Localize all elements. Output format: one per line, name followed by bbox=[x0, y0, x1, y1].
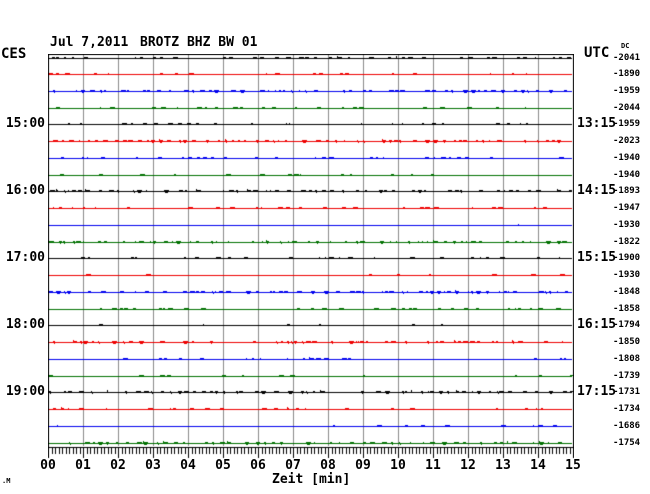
helicorder-plot-canvas bbox=[48, 54, 574, 464]
x-tick-label: 11 bbox=[418, 458, 448, 473]
x-tick-label: 06 bbox=[243, 458, 273, 473]
utc-hour-label: 17:15 bbox=[577, 384, 616, 399]
x-tick-label: 00 bbox=[33, 458, 63, 473]
dc-value: -1930 bbox=[613, 270, 650, 280]
header-date: Jul 7,2011 bbox=[50, 35, 128, 50]
x-tick-label: 14 bbox=[523, 458, 553, 473]
dc-value: -1940 bbox=[613, 170, 650, 180]
x-tick-label: 07 bbox=[278, 458, 308, 473]
left-timezone-label: CES bbox=[1, 46, 26, 62]
x-tick-label: 02 bbox=[103, 458, 133, 473]
dc-value: -1754 bbox=[613, 438, 650, 448]
dc-value: -1893 bbox=[613, 186, 650, 196]
x-tick-label: 04 bbox=[173, 458, 203, 473]
dc-value: -1686 bbox=[613, 421, 650, 431]
x-tick-label: 13 bbox=[488, 458, 518, 473]
cest-hour-label: 19:00 bbox=[0, 384, 45, 399]
x-tick-label: 01 bbox=[68, 458, 98, 473]
dc-value: -1822 bbox=[613, 237, 650, 247]
x-tick-label: 03 bbox=[138, 458, 168, 473]
dc-value: -1731 bbox=[613, 387, 650, 397]
cest-hour-label: 15:00 bbox=[0, 116, 45, 131]
dc-value: -1794 bbox=[613, 320, 650, 330]
dc-offset-label: DC bbox=[621, 42, 629, 50]
dc-value: -1734 bbox=[613, 404, 650, 414]
dc-value: -1808 bbox=[613, 354, 650, 364]
dc-value: -2023 bbox=[613, 136, 650, 146]
cursor-artifact: .M bbox=[2, 477, 10, 485]
dc-value: -1848 bbox=[613, 287, 650, 297]
dc-value: -2044 bbox=[613, 103, 650, 113]
utc-hour-label: 16:15 bbox=[577, 317, 616, 332]
x-axis-title: Zeit [min] bbox=[272, 472, 350, 487]
cest-hour-label: 16:00 bbox=[0, 183, 45, 198]
dc-value: -1900 bbox=[613, 253, 650, 263]
right-timezone-label: UTC bbox=[584, 45, 609, 61]
x-tick-label: 05 bbox=[208, 458, 238, 473]
cest-hour-label: 17:00 bbox=[0, 250, 45, 265]
cest-hour-label: 18:00 bbox=[0, 317, 45, 332]
dc-value: -1858 bbox=[613, 304, 650, 314]
dc-value: -1890 bbox=[613, 69, 650, 79]
dc-value: -1959 bbox=[613, 86, 650, 96]
dc-value: -1930 bbox=[613, 220, 650, 230]
dc-value: -1947 bbox=[613, 203, 650, 213]
x-tick-label: 12 bbox=[453, 458, 483, 473]
header-station: BROTZ BHZ BW 01 bbox=[140, 35, 257, 50]
x-tick-label: 08 bbox=[313, 458, 343, 473]
dc-value: -2041 bbox=[613, 53, 650, 63]
utc-hour-label: 14:15 bbox=[577, 183, 616, 198]
x-tick-label: 09 bbox=[348, 458, 378, 473]
dc-value: -1940 bbox=[613, 153, 650, 163]
utc-hour-label: 15:15 bbox=[577, 250, 616, 265]
dc-value: -1959 bbox=[613, 119, 650, 129]
helicorder-page: Jul 7,2011 BROTZ BHZ BW 01 CES UTC DC 15… bbox=[0, 0, 650, 494]
dc-value: -1850 bbox=[613, 337, 650, 347]
x-tick-label: 10 bbox=[383, 458, 413, 473]
dc-value: -1739 bbox=[613, 371, 650, 381]
x-tick-label: 15 bbox=[558, 458, 588, 473]
utc-hour-label: 13:15 bbox=[577, 116, 616, 131]
